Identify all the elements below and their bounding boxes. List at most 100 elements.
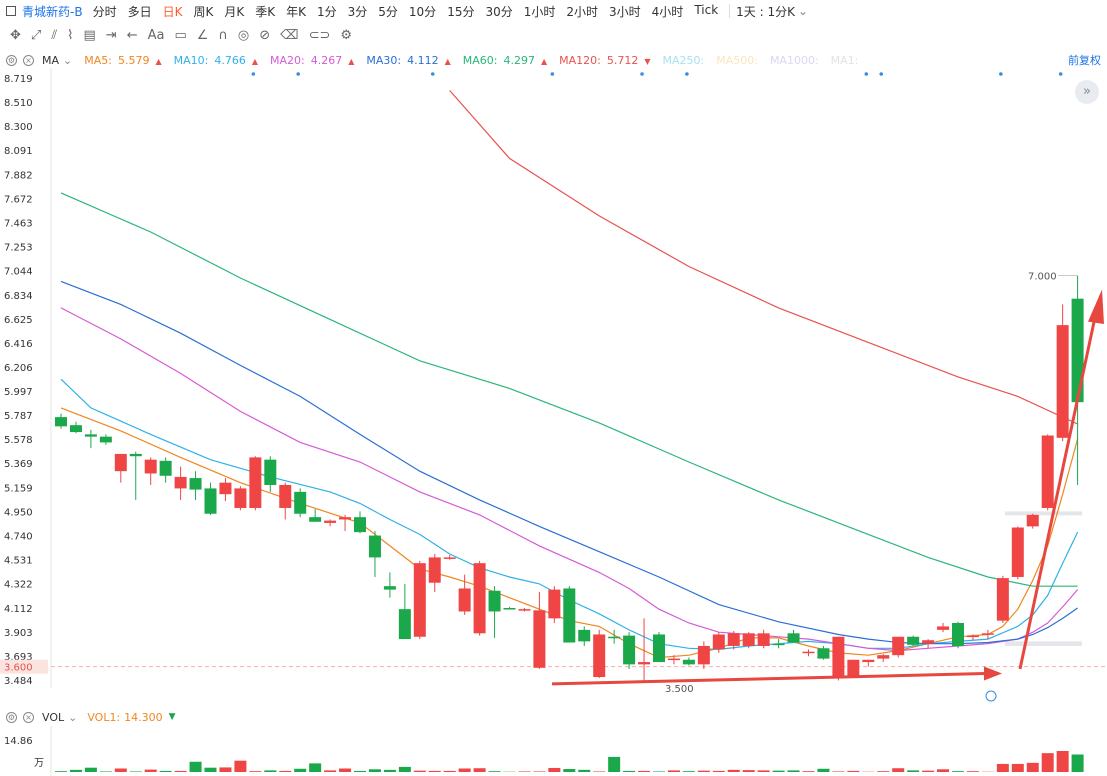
close-icon[interactable]: × [23,711,34,723]
candle-body [99,436,112,443]
candle [488,586,501,638]
candle [682,657,695,666]
timeframe-tab[interactable]: 季K [255,3,275,20]
ma-indicator-name[interactable]: MA [42,54,59,67]
candle [922,639,935,649]
timeframe-tab[interactable]: 1分 [317,3,337,20]
ma-legend-item[interactable]: MA60: 4.297 ▲ [463,54,547,67]
ma-label: MA120: [559,53,601,67]
y-tick-label: 4.322 [4,580,33,591]
ma-legend-item[interactable]: MA1: [831,54,859,67]
marker-dot [430,72,435,76]
timeframe-tab[interactable]: 月K [224,3,244,20]
wave-tool-icon[interactable]: ⌇ [67,28,73,43]
trash-icon[interactable]: ⌫ [280,28,298,43]
timeframe-tab[interactable]: 4小时 [652,3,684,20]
timeframe-tab[interactable]: 5分 [378,3,398,20]
scroll-right-button[interactable]: » [1075,80,1099,104]
volume-bar [772,770,785,772]
ma-legend-item[interactable]: MA1000: [770,54,819,67]
adjust-mode[interactable]: 前复权 [1068,52,1101,68]
volume-bar [653,771,665,772]
timeframe-tab[interactable]: 1小时 [524,3,556,20]
link-icon[interactable]: ⊂⊃ [309,28,331,43]
ma-items: MA5: 5.579 ▲ MA10: 4.766 ▲ MA20: 4.267 ▲ MA30: 4.1… [72,54,858,67]
fib-tool-icon[interactable]: ▤ [83,28,95,43]
marker-dot [550,72,555,76]
channel-tool-icon[interactable]: ⫽ [51,28,57,43]
eye-icon[interactable]: ◎ [238,28,249,43]
candle-body [697,645,710,665]
ma-legend-item[interactable]: MA250: [663,54,705,67]
timeframe-tab[interactable]: 2小时 [566,3,598,20]
timeframe-tab[interactable]: 30分 [485,3,512,20]
move-icon[interactable]: ✥ [10,28,21,43]
timeframe-tab[interactable]: 15分 [447,3,474,20]
candle-body [129,453,142,457]
magnet-icon[interactable]: ∩ [218,28,228,43]
candle-body [1026,514,1039,527]
note-tool-icon[interactable]: ▭ [174,28,186,43]
range-tool-icon[interactable]: ⇥ [106,28,117,43]
candle [189,471,202,500]
marker-dot [640,72,644,76]
chevron-down-icon[interactable]: ⌄ [798,4,808,18]
ticker-name[interactable]: 青城新药-B [22,3,83,20]
timeframe-tab[interactable]: 年K [286,3,306,20]
timeframe-tab[interactable]: 周K [193,3,213,20]
hide-icon[interactable]: ⊘ [259,28,270,43]
close-icon[interactable]: × [23,54,34,66]
timeframe-tab[interactable]: 3小时 [609,3,641,20]
candle [787,629,800,643]
candle-body [84,434,97,437]
line-tool-icon[interactable]: ⤢ [31,28,41,43]
ma-legend-item[interactable]: MA10: 4.766 ▲ [174,54,258,67]
ma-value: 5.712 [606,53,639,67]
candle [114,453,127,483]
volume-bar [398,766,411,772]
ma-trend-icon: ▲ [155,56,162,66]
volume-indicator-name[interactable]: VOL [42,711,64,724]
candle [339,514,352,531]
up-arrow-head [1088,289,1104,324]
ma-legend-item[interactable]: MA5: 5.579 ▲ [84,54,161,67]
timeframe-tab[interactable]: 10分 [409,3,436,20]
timeframe-tab[interactable]: 多日 [128,3,152,20]
arrow-tool-icon[interactable]: ← [127,28,138,43]
text-tool-icon[interactable]: Aa [148,28,165,43]
candle [473,560,486,636]
timeframe-tab[interactable]: 分时 [93,3,117,20]
panel-icon[interactable] [6,6,16,16]
ma-trend-icon: ▲ [251,56,258,66]
timeframe-tab[interactable]: 日K [163,3,183,20]
candle-body [294,491,307,514]
candle [279,482,292,520]
volume-bar [548,767,561,772]
measure-tool-icon[interactable]: ∠ [197,28,209,43]
settings-icon[interactable]: ⚙ [6,54,17,66]
ma-value: 4.112 [407,53,439,67]
timeframe-tab[interactable]: 3分 [348,3,368,20]
volume-chart[interactable]: 14.86万 [0,726,1107,776]
candle [996,575,1009,623]
ma-legend-item[interactable]: MA20: 4.267 ▲ [270,54,354,67]
marker-dot [879,72,884,76]
settings-icon[interactable]: ⚙ [6,711,17,723]
candle-body [952,622,964,646]
ma-label: MA10: [173,53,209,67]
candle-body [563,588,576,643]
ma-legend-item[interactable]: MA30: 4.112 ▲ [366,54,450,67]
settings-icon[interactable]: ⚙ [340,28,352,43]
chevron-down-icon[interactable]: ⌄ [63,54,72,67]
chevron-down-icon[interactable]: ⌄ [68,711,77,724]
ma-legend-item[interactable]: MA500: [716,54,758,67]
candle [533,591,546,669]
candle [55,413,67,429]
candle [1026,513,1039,529]
y-tick-label: 5.997 [4,387,33,398]
timeframe-tab[interactable]: Tick [694,3,718,20]
candle [249,456,262,511]
ma-legend-item[interactable]: MA120: 5.712 ▼ [559,54,650,67]
custom-timeframe[interactable]: 1天 : 1分K [736,3,795,20]
price-chart[interactable]: 8.719 8.510 8.300 8.091 7.882 7.672 7.463 7.253… [0,68,1107,708]
